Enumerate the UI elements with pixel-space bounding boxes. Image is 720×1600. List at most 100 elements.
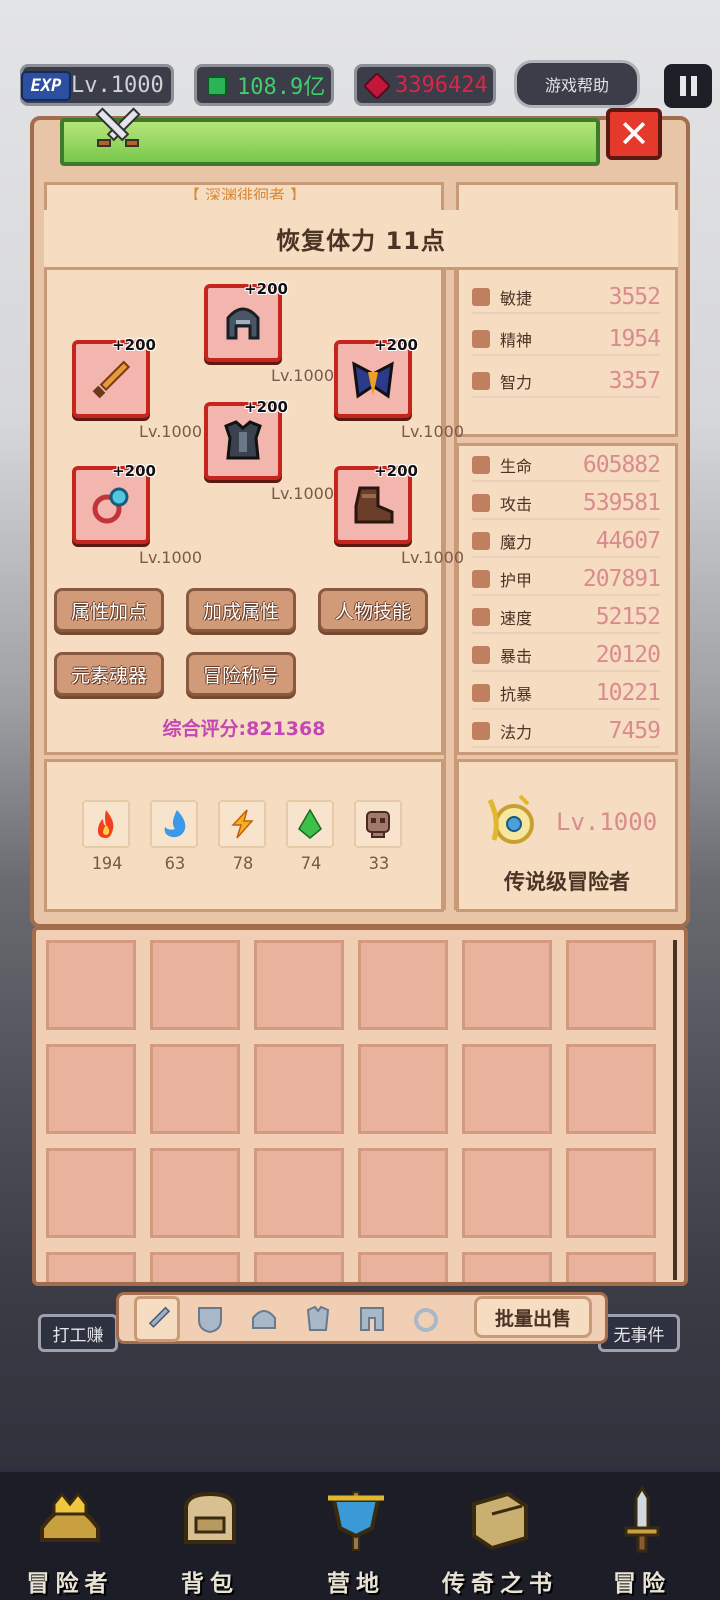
inventory-slot[interactable] [358, 1252, 448, 1282]
spirit-icon [472, 330, 490, 348]
nav-legend-book[interactable]: 传奇之书 [440, 1484, 560, 1598]
inventory-slot[interactable] [358, 1044, 448, 1134]
element-fire[interactable]: 194 [82, 800, 132, 874]
tab-weapons[interactable] [141, 1303, 173, 1335]
nav-backpack[interactable]: 背包 [150, 1484, 270, 1598]
bonus-attributes-button[interactable]: 加成属性 [186, 588, 296, 632]
tab-shields[interactable] [194, 1303, 226, 1335]
tab-helmets[interactable] [248, 1303, 280, 1335]
equip-bonus: +200 [112, 462, 156, 480]
bulk-sell-button[interactable]: 批量出售 [474, 1296, 592, 1338]
no-event-button[interactable]: 无事件 [598, 1314, 680, 1352]
tab-accessories[interactable] [410, 1303, 442, 1335]
inventory-slot[interactable] [566, 940, 656, 1030]
inventory-slot[interactable] [150, 1044, 240, 1134]
tab-armor[interactable] [302, 1303, 334, 1335]
element-soul-button[interactable]: 元素魂器 [54, 652, 164, 696]
inventory-slot[interactable] [254, 940, 344, 1030]
inventory-slot[interactable] [46, 1252, 136, 1282]
inventory-slot[interactable] [46, 940, 136, 1030]
inventory-slot[interactable] [566, 1044, 656, 1134]
inventory-slot[interactable] [46, 1044, 136, 1134]
equip-slot-ring[interactable]: +200 Lv.1000 [72, 462, 202, 567]
stat-row-crit: 暴击 20120 [472, 640, 661, 672]
tab-pants[interactable] [356, 1303, 388, 1335]
close-button[interactable]: ✕ [606, 108, 662, 160]
gold-display: 108.9亿 [194, 64, 334, 106]
inventory-slot[interactable] [462, 1148, 552, 1238]
equip-slot-boots[interactable]: +200 Lv.1000 [334, 462, 464, 567]
equip-slot-helmet[interactable]: +200 Lv.1000 [204, 280, 334, 385]
inventory-slot[interactable] [566, 1148, 656, 1238]
sword-icon [92, 360, 131, 399]
element-water[interactable]: 63 [150, 800, 200, 874]
nav-adventure[interactable]: 冒险 [582, 1484, 702, 1598]
nav-camp[interactable]: 营地 [296, 1484, 416, 1598]
inventory-slot[interactable] [150, 1252, 240, 1282]
inventory-slot[interactable] [150, 940, 240, 1030]
stat-row-spirit: 精神 1954 [472, 324, 661, 356]
camp-icon [328, 1491, 384, 1551]
inventory-slot[interactable] [566, 1252, 656, 1282]
emerald-icon [207, 76, 227, 96]
stat-name: 法力 [500, 723, 533, 742]
adventurer-icon [40, 1491, 100, 1542]
stat-name: 敏捷 [500, 289, 533, 308]
helmet-icon [226, 307, 260, 340]
inventory-slot[interactable] [46, 1148, 136, 1238]
stat-value: 3357 [608, 368, 661, 394]
mana-icon [472, 722, 490, 740]
armor-icon [306, 1305, 330, 1331]
ruby-icon [362, 71, 392, 101]
element-wind[interactable]: 74 [286, 800, 336, 874]
nav-label: 传奇之书 [442, 1571, 558, 1597]
inventory-slot[interactable] [254, 1148, 344, 1238]
equip-level: Lv.1000 [401, 548, 464, 567]
inventory-scrollbar[interactable] [673, 940, 677, 1280]
ring-icon [414, 1308, 438, 1332]
gem-amount: 3396424 [395, 72, 488, 98]
stat-value: 207891 [582, 566, 661, 592]
rank-title: 传说级冒险者 [504, 870, 630, 894]
sword-icon [148, 1306, 171, 1328]
adventure-title-button[interactable]: 冒险称号 [186, 652, 296, 696]
pause-button[interactable] [664, 64, 712, 108]
player-level: Lv.1000 [71, 72, 164, 98]
inventory-slot[interactable] [254, 1044, 344, 1134]
crit-icon [472, 646, 490, 664]
inventory-slot[interactable] [462, 1252, 552, 1282]
element-value: 63 [164, 854, 186, 874]
level-display: EXP Lv.1000 [20, 64, 174, 106]
stat-row-attack: 攻击 539581 [472, 488, 661, 520]
attack-icon [472, 494, 490, 512]
nav-adventurer[interactable]: 冒险者 [10, 1484, 130, 1598]
equip-slot-armor[interactable]: +200 Lv.1000 [204, 398, 334, 503]
inventory-slot[interactable] [254, 1252, 344, 1282]
equip-level: Lv.1000 [139, 548, 202, 567]
equip-slot-shoulder[interactable]: +200 Lv.1000 [334, 336, 464, 441]
game-help-button[interactable]: 游戏帮助 [514, 60, 640, 108]
inventory-slot[interactable] [462, 940, 552, 1030]
stat-row-crit-resist: 抗暴 10221 [472, 678, 661, 710]
element-lightning[interactable]: 78 [218, 800, 268, 874]
stat-value: 20120 [595, 642, 661, 668]
armor-icon [224, 420, 262, 460]
stat-name: 速度 [500, 609, 533, 628]
magic-icon [472, 532, 490, 550]
agility-icon [472, 288, 490, 306]
inventory-grid [32, 926, 688, 1286]
element-dark[interactable]: 33 [354, 800, 404, 874]
work-earn-button[interactable]: 打工赚 [38, 1314, 118, 1352]
vertical-divider [443, 270, 457, 910]
character-skills-button[interactable]: 人物技能 [318, 588, 428, 632]
equip-level: Lv.1000 [401, 422, 464, 441]
stat-name: 魔力 [500, 533, 533, 552]
inventory-slot[interactable] [462, 1044, 552, 1134]
inventory-slot[interactable] [358, 1148, 448, 1238]
equip-level: Lv.1000 [271, 366, 334, 385]
attribute-points-button[interactable]: 属性加点 [54, 588, 164, 632]
inventory-slot[interactable] [150, 1148, 240, 1238]
equip-slot-weapon[interactable]: +200 Lv.1000 [72, 336, 202, 441]
inventory-slot[interactable] [358, 940, 448, 1030]
crossed-swords-icon [95, 107, 141, 147]
